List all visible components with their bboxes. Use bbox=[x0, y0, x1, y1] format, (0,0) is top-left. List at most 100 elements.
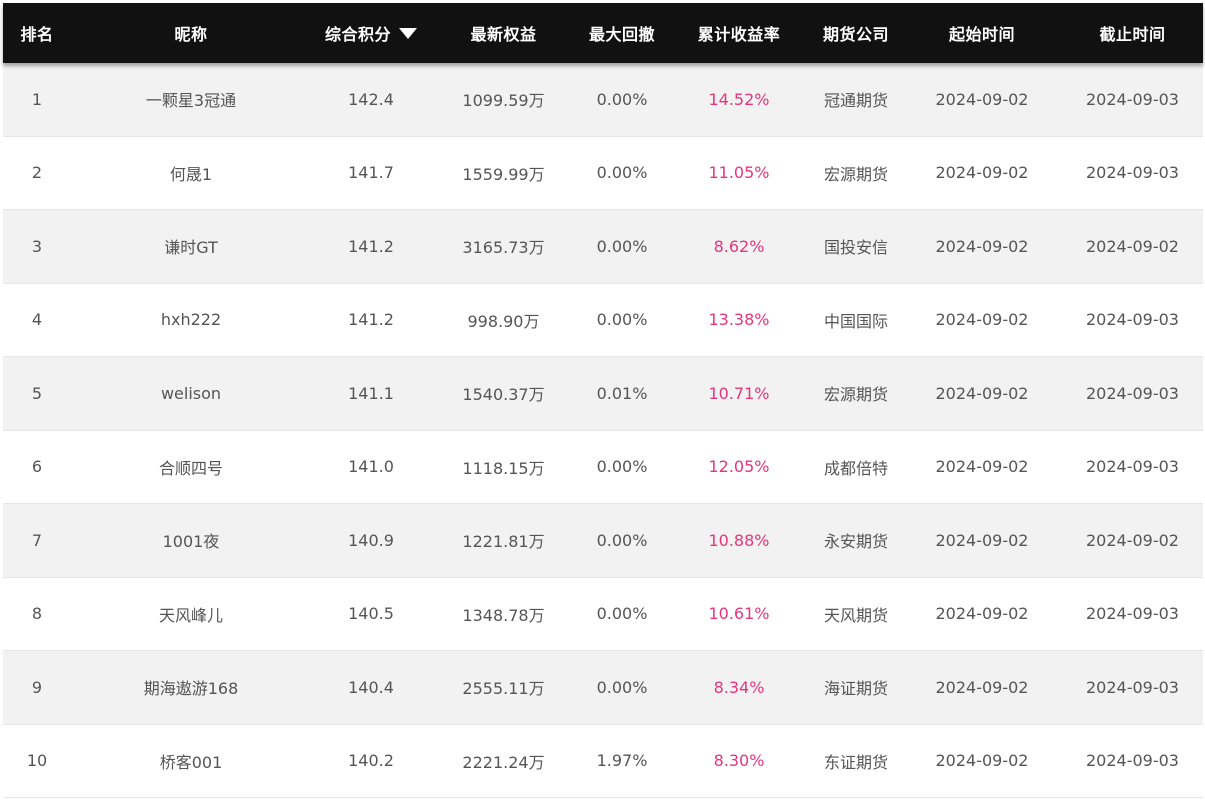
cell-equity: 1221.81万 bbox=[462, 532, 545, 552]
cell-end-time: 2024-09-03 bbox=[1086, 163, 1179, 183]
cell-nickname: 何晟1 bbox=[169, 164, 213, 184]
cell-end-time: 2024-09-03 bbox=[1086, 310, 1179, 330]
cell-company: 国投安信 bbox=[823, 238, 888, 258]
cell-drawdown: 1.97% bbox=[596, 751, 648, 771]
cell-equity: 1099.59万 bbox=[462, 91, 545, 111]
cell-start-time: 2024-09-02 bbox=[935, 89, 1029, 109]
cell-score: 140.9 bbox=[348, 530, 394, 550]
cell-company: 东证期货 bbox=[823, 752, 888, 772]
cell-equity: 1559.99万 bbox=[462, 164, 545, 184]
cell-rank: 6 bbox=[31, 457, 43, 477]
cell-start-time: 2024-09-02 bbox=[935, 751, 1029, 771]
header-nickname: 昵称 bbox=[174, 25, 208, 44]
cell-score: 140.5 bbox=[348, 604, 394, 624]
table-row[interactable]: 3 谦时GT 141.2 3165.73万 0.00% 8.62% 国投安信 2024-09-… bbox=[3, 210, 1203, 284]
cell-drawdown: 0.00% bbox=[596, 89, 648, 109]
cell-score: 141.7 bbox=[348, 163, 394, 183]
cell-end-time: 2024-09-03 bbox=[1086, 457, 1179, 477]
cell-rank: 8 bbox=[31, 604, 43, 624]
cell-nickname: hxh222 bbox=[160, 310, 222, 330]
cell-company: 海证期货 bbox=[823, 679, 888, 699]
cell-rank: 3 bbox=[31, 236, 43, 256]
cell-nickname: 期海遨游168 bbox=[143, 679, 239, 699]
cell-score: 142.4 bbox=[348, 89, 394, 109]
cell-nickname: 谦时GT bbox=[164, 238, 218, 258]
cell-drawdown: 0.00% bbox=[596, 457, 648, 477]
cell-nickname: 一颗星3冠通 bbox=[145, 91, 237, 111]
cell-equity: 2221.24万 bbox=[462, 752, 545, 772]
cell-end-time: 2024-09-03 bbox=[1086, 604, 1179, 624]
cell-start-time: 2024-09-02 bbox=[935, 163, 1029, 183]
cell-equity: 3165.73万 bbox=[462, 238, 545, 258]
table-row[interactable]: 7 1001夜 140.9 1221.81万 0.00% 10.88% 永安期货 2024-0… bbox=[3, 504, 1203, 578]
ranking-table: 排名 昵称 综合积分 最新权益 最大回撤 累计收益率 期货公司 起始时间 截止时… bbox=[3, 3, 1203, 798]
cell-end-time: 2024-09-03 bbox=[1086, 383, 1179, 403]
cell-score: 140.2 bbox=[348, 751, 394, 771]
cell-rank: 10 bbox=[26, 751, 48, 771]
cell-start-time: 2024-09-02 bbox=[935, 383, 1029, 403]
table-row[interactable]: 6 合顺四号 141.0 1118.15万 0.00% 12.05% 成都倍特 2024-09… bbox=[3, 430, 1203, 504]
header-score[interactable]: 综合积分 bbox=[311, 21, 431, 45]
table-body: 1 一颗星3冠通 142.4 1099.59万 0.00% 14.52% 冠通期货 2024-… bbox=[3, 63, 1203, 798]
cell-drawdown: 0.00% bbox=[596, 236, 648, 256]
cell-company: 宏源期货 bbox=[823, 385, 888, 405]
cell-rank: 7 bbox=[31, 530, 43, 550]
table-row[interactable]: 2 何晟1 141.7 1559.99万 0.00% 11.05% 宏源期货 2024-09-… bbox=[3, 136, 1203, 210]
cell-end-time: 2024-09-03 bbox=[1086, 677, 1179, 697]
header-start-time: 起始时间 bbox=[948, 25, 1015, 44]
cell-drawdown: 0.00% bbox=[596, 310, 648, 330]
table-row[interactable]: 5 welison 141.1 1540.37万 0.01% 10.71% 宏源期货 2024… bbox=[3, 357, 1203, 431]
header-end-time: 截止时间 bbox=[1099, 25, 1166, 44]
cell-end-time: 2024-09-02 bbox=[1086, 530, 1179, 550]
table-row[interactable]: 4 hxh222 141.2 998.90万 0.00% 13.38% 中国国际 2024-0… bbox=[3, 283, 1203, 357]
cell-nickname: 桥客001 bbox=[159, 752, 223, 772]
cell-company: 宏源期货 bbox=[823, 164, 888, 184]
table-row[interactable]: 1 一颗星3冠通 142.4 1099.59万 0.00% 14.52% 冠通期货 2024-… bbox=[3, 63, 1203, 137]
cell-equity: 2555.11万 bbox=[462, 679, 545, 699]
cell-start-time: 2024-09-02 bbox=[935, 530, 1029, 550]
cell-return-rate: 13.38% bbox=[708, 310, 770, 330]
header-return-rate: 累计收益率 bbox=[697, 25, 781, 44]
cell-equity: 1540.37万 bbox=[462, 385, 545, 405]
cell-drawdown: 0.01% bbox=[596, 383, 648, 403]
cell-return-rate: 8.34% bbox=[713, 677, 765, 697]
cell-return-rate: 10.71% bbox=[708, 383, 770, 403]
sort-desc-icon[interactable] bbox=[399, 28, 417, 39]
header-company: 期货公司 bbox=[822, 25, 889, 44]
header-drawdown: 最大回撤 bbox=[588, 25, 655, 44]
cell-score: 141.0 bbox=[348, 457, 394, 477]
cell-rank: 2 bbox=[31, 163, 43, 183]
cell-rank: 5 bbox=[31, 383, 43, 403]
cell-return-rate: 8.30% bbox=[713, 751, 765, 771]
cell-drawdown: 0.00% bbox=[596, 163, 648, 183]
table-row[interactable]: 8 天风峰儿 140.5 1348.78万 0.00% 10.61% 天风期货 2024-09… bbox=[3, 577, 1203, 651]
cell-rank: 9 bbox=[31, 677, 43, 697]
cell-company: 成都倍特 bbox=[823, 458, 888, 478]
cell-start-time: 2024-09-02 bbox=[935, 677, 1029, 697]
cell-equity: 1348.78万 bbox=[462, 605, 545, 625]
header-rank: 排名 bbox=[20, 25, 54, 44]
cell-return-rate: 12.05% bbox=[708, 457, 770, 477]
table-row[interactable]: 10 桥客001 140.2 2221.24万 1.97% 8.30% 东证期货 2024-0… bbox=[3, 724, 1203, 798]
cell-nickname: 1001夜 bbox=[162, 532, 220, 552]
table-header: 排名 昵称 综合积分 最新权益 最大回撤 累计收益率 期货公司 起始时间 截止时… bbox=[3, 3, 1203, 63]
table-row[interactable]: 9 期海遨游168 140.4 2555.11万 0.00% 8.34% 海证期货 2024-… bbox=[3, 651, 1203, 725]
cell-score: 141.2 bbox=[348, 236, 394, 256]
cell-return-rate: 14.52% bbox=[708, 89, 770, 109]
cell-nickname: welison bbox=[160, 383, 222, 403]
cell-rank: 1 bbox=[31, 89, 43, 109]
cell-equity: 998.90万 bbox=[467, 311, 540, 331]
cell-drawdown: 0.00% bbox=[596, 604, 648, 624]
cell-drawdown: 0.00% bbox=[596, 530, 648, 550]
cell-return-rate: 8.62% bbox=[713, 236, 765, 256]
cell-drawdown: 0.00% bbox=[596, 677, 648, 697]
cell-equity: 1118.15万 bbox=[462, 458, 545, 478]
cell-return-rate: 10.61% bbox=[708, 604, 770, 624]
cell-start-time: 2024-09-02 bbox=[935, 604, 1029, 624]
cell-end-time: 2024-09-03 bbox=[1086, 751, 1179, 771]
cell-company: 中国国际 bbox=[823, 311, 888, 331]
cell-score: 141.1 bbox=[348, 383, 394, 403]
cell-start-time: 2024-09-02 bbox=[935, 236, 1029, 256]
cell-company: 天风期货 bbox=[823, 605, 888, 625]
cell-start-time: 2024-09-02 bbox=[935, 310, 1029, 330]
